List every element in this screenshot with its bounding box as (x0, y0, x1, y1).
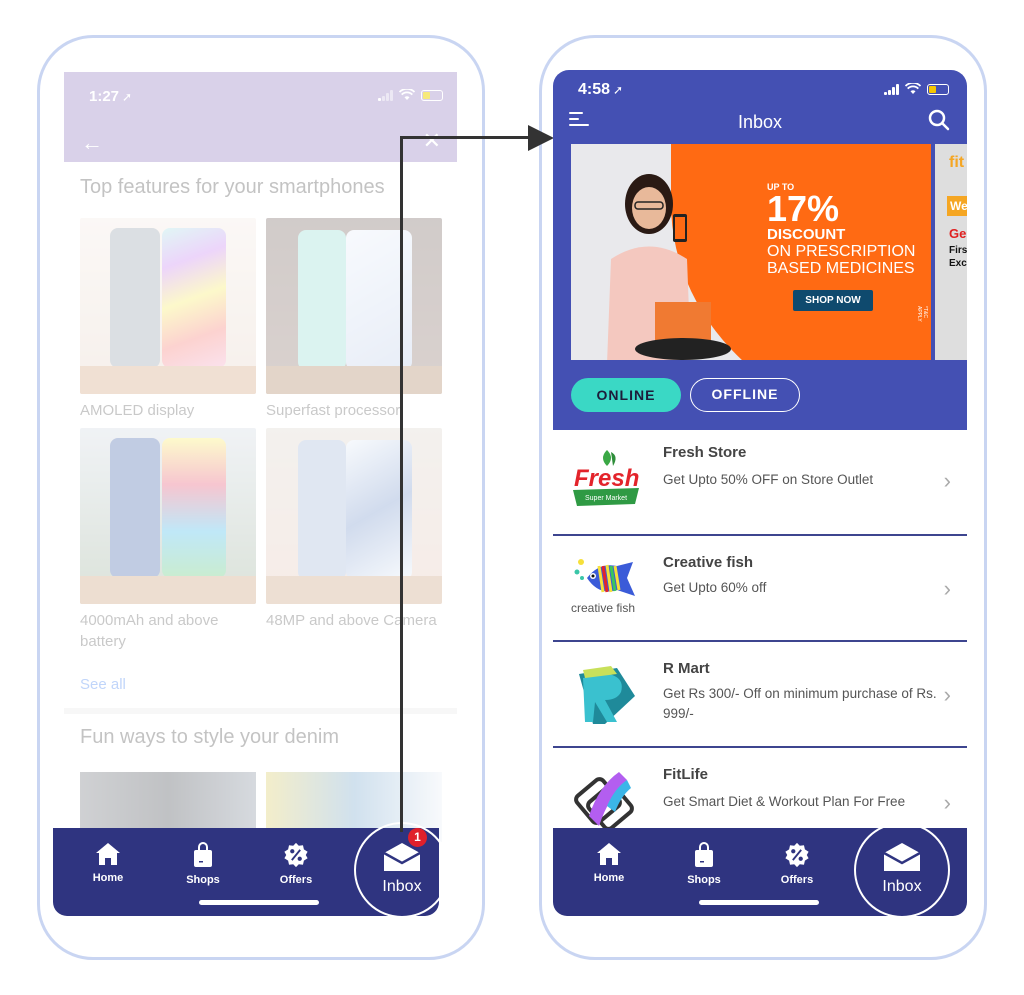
store-name: FitLife (663, 766, 708, 783)
home-indicator (699, 900, 819, 905)
right-phone-screen: 4:58 ➚ Inbox UP TO 17% DISCOUNT ON PRESC… (553, 70, 967, 915)
battery-icon (927, 83, 949, 95)
online-filter-button[interactable]: ONLINE (571, 378, 681, 412)
inbox-header: 4:58 ➚ Inbox UP TO 17% DISCOUNT ON PRESC… (553, 70, 967, 430)
status-time: 1:27 ➚ (89, 88, 133, 105)
fitlife-logo (574, 772, 634, 831)
feature-image (266, 218, 442, 394)
bottom-nav: Home Shops Offers 1 Inbox (53, 822, 450, 918)
nav-shops[interactable]: Shops (674, 842, 734, 886)
status-icons (884, 83, 949, 95)
store-list: Fresh Super Market Fresh Store Get Upto … (553, 430, 967, 848)
wifi-icon (399, 89, 415, 100)
percent-badge-icon (785, 842, 809, 868)
shop-now-button[interactable]: SHOP NOW (793, 290, 873, 311)
feature-card[interactable]: 48MP and above Camera (266, 428, 442, 631)
store-list-item[interactable]: Fresh Super Market Fresh Store Get Upto … (553, 430, 967, 536)
store-offer: Get Rs 300/- Off on minimum purchase of … (663, 686, 937, 721)
back-arrow-icon[interactable]: ← (81, 130, 103, 156)
envelope-icon (883, 843, 921, 871)
shopping-bag-icon (194, 842, 212, 867)
page-title: Inbox (737, 112, 783, 132)
home-indicator (199, 900, 319, 905)
section-divider (64, 708, 457, 714)
store-offer: Get Upto 60% off (663, 580, 767, 595)
svg-text:Fresh: Fresh (574, 465, 639, 492)
section-title: Top features for your smartphones (80, 176, 385, 198)
fresh-store-logo: Fresh Super Market (573, 450, 639, 506)
svg-text:Super Market: Super Market (585, 495, 627, 502)
store-offer: Get Upto 50% OFF on Store Outlet (663, 472, 874, 487)
store-name: Creative fish (663, 554, 754, 571)
feature-image (80, 428, 256, 604)
signal-icon (378, 89, 393, 101)
promo-banner[interactable]: UP TO 17% DISCOUNT ON PRESCRIPTION BASED… (571, 144, 931, 360)
flow-connector-line (400, 137, 403, 832)
signal-icon (884, 83, 899, 95)
battery-icon (421, 89, 443, 101)
left-phone-screen: 1:27 ➚ ← ✕ Top features for your smartpho… (64, 72, 457, 915)
feature-image (80, 218, 256, 394)
nav-shops[interactable]: Shops (173, 842, 233, 886)
notification-badge: 1 (408, 828, 427, 847)
shopping-bag-icon (695, 842, 713, 867)
offline-filter-button[interactable]: OFFLINE (690, 378, 800, 412)
medlife-box-image (655, 302, 711, 342)
search-icon[interactable] (928, 109, 950, 131)
nav-offers[interactable]: Offers (767, 842, 827, 886)
feature-card[interactable]: AMOLED display (80, 218, 256, 421)
location-arrow-icon: ➚ (122, 90, 133, 104)
nav-inbox[interactable]: Inbox (854, 822, 950, 918)
status-time: 4:58 ➚ (578, 81, 624, 98)
location-arrow-icon: ➚ (613, 83, 624, 97)
svg-text:creative fish: creative fish (571, 601, 635, 615)
close-icon[interactable]: ✕ (423, 128, 441, 154)
chevron-right-icon: › (943, 468, 951, 493)
left-app-header: 1:27 ➚ ← ✕ (64, 72, 457, 162)
feature-card[interactable]: Superfast processor (266, 218, 442, 421)
flow-arrow-head-icon (528, 125, 554, 151)
bottom-nav: Home Shops Offers Inbox (553, 822, 967, 918)
store-name: R Mart (663, 660, 710, 677)
terms-text: *T&C APPLY (916, 306, 928, 322)
nav-offers[interactable]: Offers (266, 842, 326, 886)
nav-home[interactable]: Home (579, 842, 639, 884)
feature-card[interactable]: 4000mAh and above battery (80, 428, 256, 652)
home-icon (96, 843, 120, 865)
nav-inbox[interactable]: 1 Inbox (354, 822, 450, 918)
nav-home[interactable]: Home (78, 842, 138, 884)
home-icon (597, 843, 621, 865)
wifi-icon (905, 83, 921, 94)
store-name: Fresh Store (663, 444, 747, 461)
chevron-right-icon: › (943, 576, 951, 601)
banner-text: UP TO 17% DISCOUNT ON PRESCRIPTION BASED… (767, 182, 916, 277)
store-list-item[interactable]: creative fish Creative fish Get Upto 60%… (553, 536, 967, 642)
flow-connector-line (400, 136, 530, 139)
see-all-link[interactable]: See all (80, 676, 126, 693)
percent-badge-icon (284, 842, 308, 868)
status-icons (378, 89, 443, 101)
chevron-right-icon: › (943, 682, 951, 707)
store-list-item[interactable]: R Mart Get Rs 300/- Off on minimum purch… (553, 642, 967, 748)
creative-fish-logo: creative fish (571, 559, 635, 615)
store-offer: Get Smart Diet & Workout Plan For Free (663, 794, 906, 809)
chevron-right-icon: › (943, 790, 951, 815)
r-mart-logo (579, 666, 635, 724)
section-title: Fun ways to style your denim (80, 726, 339, 748)
next-promo-banner[interactable]: fit We Ge FirsExcl (935, 144, 967, 360)
feature-image (266, 428, 442, 604)
